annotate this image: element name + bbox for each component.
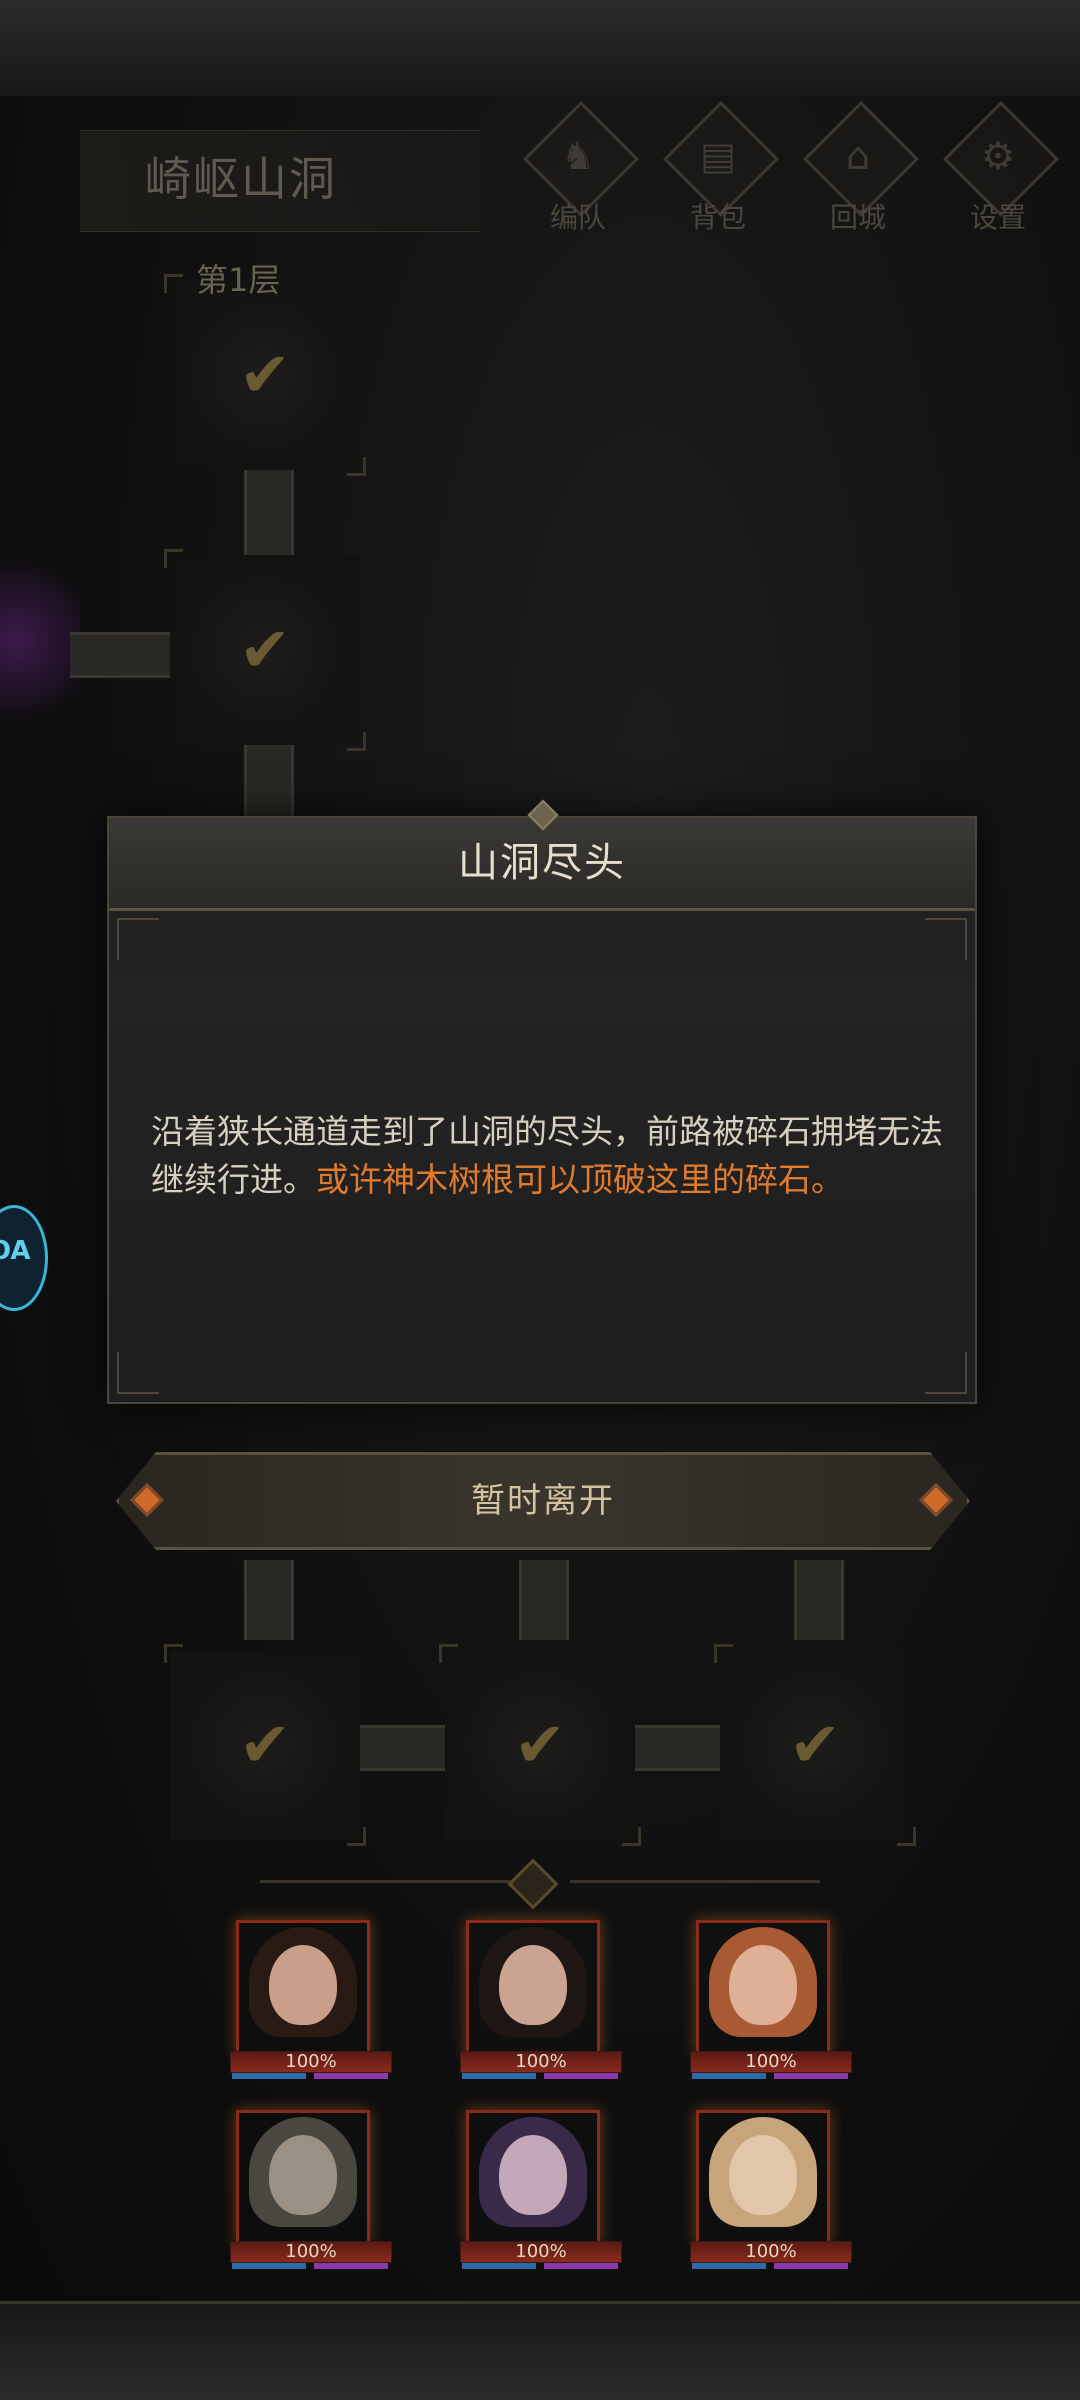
check-icon: ✔ — [239, 338, 291, 411]
backpack-button[interactable]: ▤ 背包 — [650, 101, 779, 238]
hero-portrait — [236, 1920, 370, 2054]
purple-creature-room[interactable] — [0, 560, 80, 720]
corridor — [519, 1560, 569, 1640]
corridor — [244, 470, 294, 560]
formation-icon: ♞ — [560, 134, 596, 178]
hero-rage-bar — [314, 2073, 388, 2079]
formation-button[interactable]: ♞ 编队 — [510, 101, 639, 238]
corner-ornament — [925, 1352, 967, 1394]
hero-rage-bar — [544, 2263, 618, 2269]
backpack-label: 背包 — [689, 201, 746, 234]
hero-card[interactable]: 100% — [460, 1920, 622, 2090]
hero-face — [729, 2135, 797, 2215]
map-room-cleared[interactable]: ✔ — [439, 1644, 641, 1846]
hero-energy-bar — [692, 2263, 766, 2269]
dialog-message: 沿着狭长通道走到了山洞的尽头，前路被碎石拥堵无法继续行进。或许神木树根可以顶破这… — [151, 1108, 951, 1204]
hero-card[interactable]: 100% — [460, 2110, 622, 2280]
hero-card[interactable]: 100% — [690, 2110, 852, 2280]
formation-label: 编队 — [549, 201, 606, 234]
hero-energy-bar — [462, 2073, 536, 2079]
hero-portrait — [696, 1920, 830, 2054]
top-menu: ♞ 编队 ▤ 背包 ⌂ 回城 ⚙ 设置 — [510, 101, 1080, 238]
hero-portrait — [696, 2110, 830, 2244]
return-town-icon: ⌂ — [845, 134, 871, 178]
map-room-cleared[interactable]: ✔ — [714, 1644, 916, 1846]
hero-hp-bar: 100% — [460, 2051, 622, 2073]
hero-rage-bar — [774, 2073, 848, 2079]
event-dialog: 山洞尽头 沿着狭长通道走到了山洞的尽头，前路被碎石拥堵无法继续行进。或许神木树根… — [107, 799, 977, 1404]
check-icon: ✔ — [514, 1708, 566, 1781]
leave-button[interactable]: 暂时离开 — [116, 1452, 970, 1550]
corridor — [244, 1560, 294, 1640]
hero-hp-bar: 100% — [690, 2241, 852, 2263]
hero-energy-bar — [692, 2073, 766, 2079]
check-icon: ✔ — [239, 613, 291, 686]
corner-ornament — [117, 918, 159, 960]
return-town-button[interactable]: ⌂ 回城 — [790, 101, 919, 238]
hero-hp-bar: 100% — [460, 2241, 622, 2263]
hero-hp-bar: 100% — [230, 2241, 392, 2263]
hero-face — [269, 1945, 337, 2025]
location-title: 崎岖山洞 — [145, 152, 337, 206]
corridor — [635, 1725, 725, 1771]
hero-card[interactable]: 100% — [230, 1920, 392, 2090]
settings-gear-icon: ⚙ — [980, 134, 1016, 178]
map-room-cleared[interactable]: ✔ — [164, 549, 366, 751]
hero-portrait — [466, 1920, 600, 2054]
check-icon: ✔ — [239, 1708, 291, 1781]
settings-label: 设置 — [969, 201, 1026, 234]
hero-face — [499, 2135, 567, 2215]
corner-ornament — [117, 1352, 159, 1394]
floor-label: 第1层 — [196, 261, 281, 299]
check-icon: ✔ — [789, 1708, 841, 1781]
settings-button[interactable]: ⚙ 设置 — [930, 101, 1059, 238]
dialog-hint-text: 或许神木树根可以顶破这里的碎石。 — [316, 1160, 844, 1199]
divider-line — [260, 1880, 510, 1883]
corridor — [794, 1560, 844, 1640]
corridor — [244, 740, 294, 816]
hero-rage-bar — [774, 2263, 848, 2269]
hero-rage-bar — [314, 2263, 388, 2269]
map-room-cleared[interactable]: ✔ — [164, 1644, 366, 1846]
map-room-cleared[interactable]: ✔ — [164, 274, 366, 476]
hero-energy-bar — [232, 2263, 306, 2269]
hero-face — [729, 1945, 797, 2025]
hero-hp-bar: 100% — [230, 2051, 392, 2073]
hero-energy-bar — [232, 2073, 306, 2079]
corridor — [360, 1725, 450, 1771]
hero-hp-bar: 100% — [690, 2051, 852, 2073]
dialog-title: 山洞尽头 — [109, 818, 975, 911]
corner-ornament — [925, 918, 967, 960]
return-town-label: 回城 — [829, 201, 886, 234]
divider-line — [570, 1880, 820, 1883]
top-frame-border — [0, 0, 1080, 99]
hero-rage-bar — [544, 2073, 618, 2079]
hero-card[interactable]: 100% — [690, 1920, 852, 2090]
hero-face — [269, 2135, 337, 2215]
hero-portrait — [466, 2110, 600, 2244]
hero-portrait — [236, 2110, 370, 2244]
bottom-frame-border — [0, 2301, 1080, 2400]
hero-face — [499, 1945, 567, 2025]
corridor — [70, 632, 170, 678]
hero-energy-bar — [462, 2263, 536, 2269]
hero-card[interactable]: 100% — [230, 2110, 392, 2280]
backpack-icon: ▤ — [700, 134, 736, 178]
